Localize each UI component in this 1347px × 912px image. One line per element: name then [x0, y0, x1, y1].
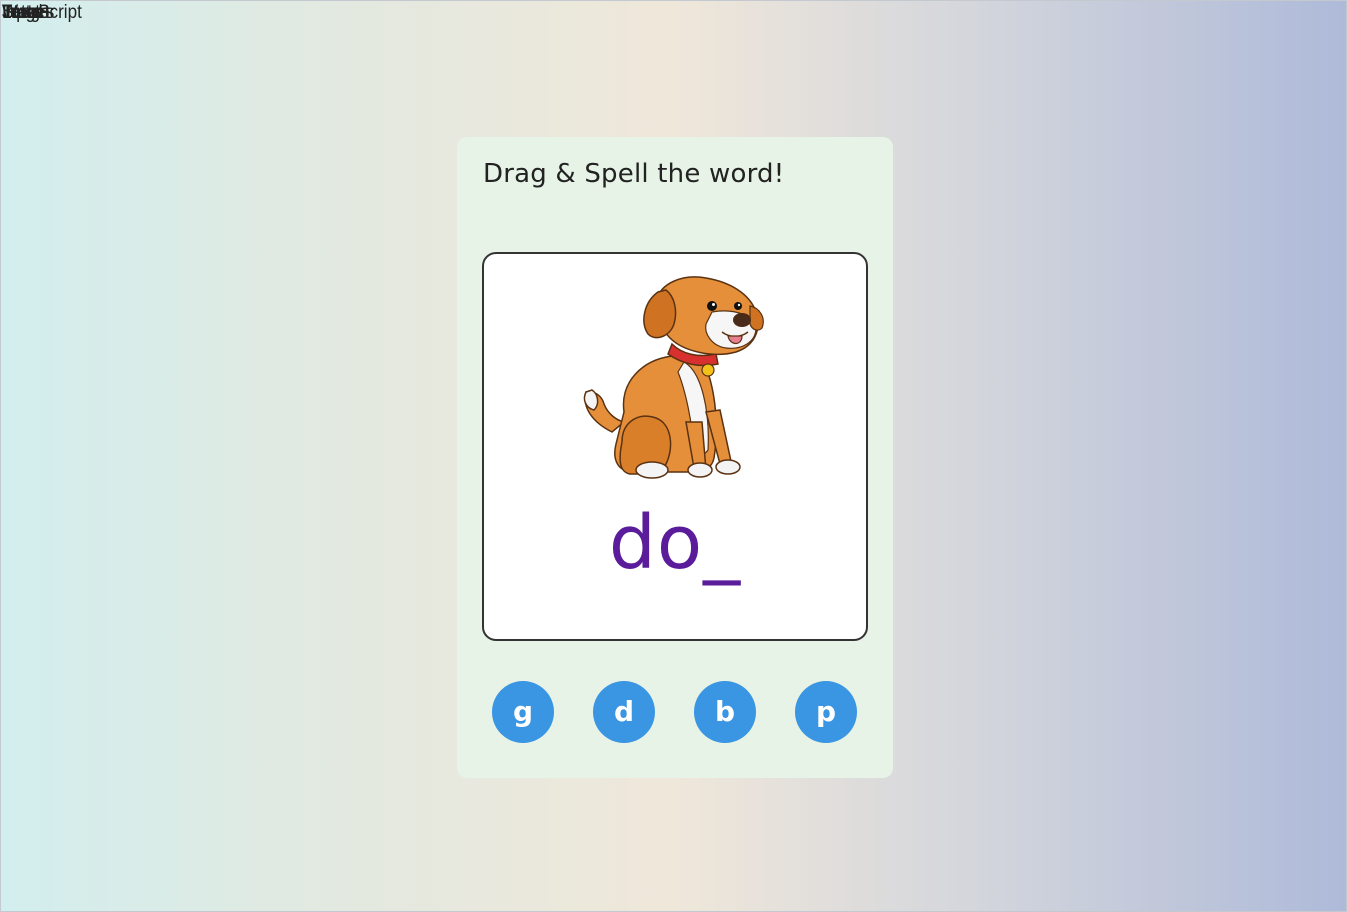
overlay-label: Stats — [2, 2, 41, 23]
spelling-card: Drag & Spell the word! do_ g d b p — [457, 137, 893, 778]
overlay-labels: JavaScript Letters Word Target Image Inp… — [2, 2, 110, 26]
word-drop-target[interactable]: do_ — [482, 252, 868, 641]
instruction-heading: Drag & Spell the word! — [483, 159, 785, 189]
letter-tile-g[interactable]: g — [492, 681, 554, 743]
partial-word: do_ — [608, 500, 742, 586]
dog-icon — [583, 276, 764, 479]
letter-choices: g d b p — [492, 681, 864, 743]
letter-tile-p[interactable]: p — [795, 681, 857, 743]
letter-tile-d[interactable]: d — [593, 681, 655, 743]
letter-tile-b[interactable]: b — [694, 681, 756, 743]
